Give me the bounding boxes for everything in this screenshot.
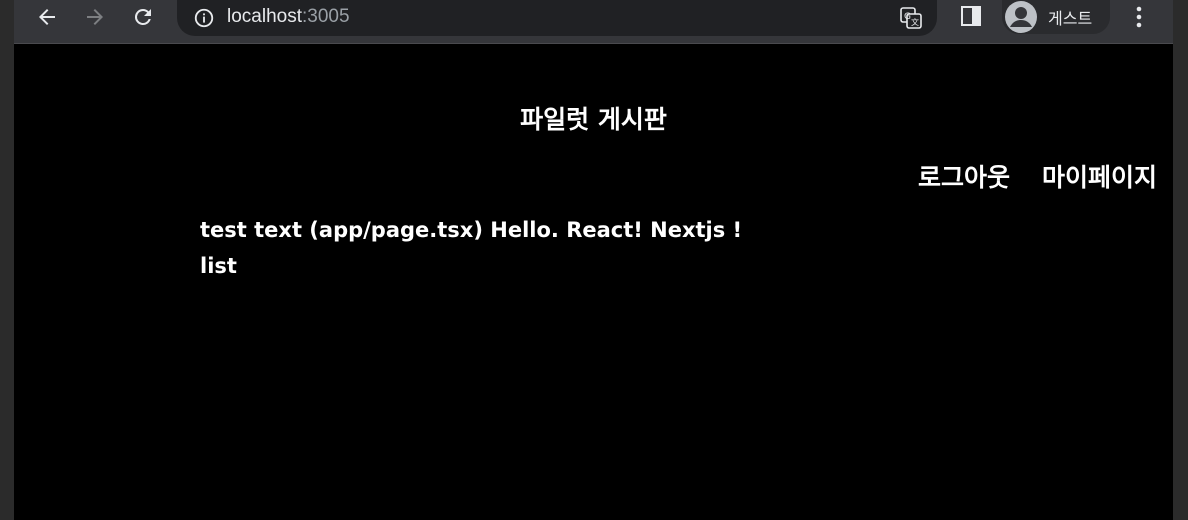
arrow-left-icon xyxy=(39,9,55,25)
page-title: 파일럿 게시판 xyxy=(520,105,667,134)
browser-toolbar: localhost:3005 G 文 게스트 xyxy=(14,0,1173,44)
avatar-icon xyxy=(1004,0,1038,38)
forward-button[interactable] xyxy=(80,2,110,32)
svg-text:G: G xyxy=(904,12,911,22)
translate-icon[interactable]: G 文 xyxy=(899,6,923,34)
svg-text:文: 文 xyxy=(911,17,919,27)
profile-label: 게스트 xyxy=(1048,9,1093,28)
side-panel-icon[interactable] xyxy=(959,4,983,32)
reload-icon xyxy=(134,8,151,25)
profile-button[interactable]: 게스트 xyxy=(1002,0,1110,34)
url-host: localhost xyxy=(227,6,302,27)
url-text: localhost:3005 xyxy=(227,6,350,28)
mypage-link[interactable]: 마이페이지 xyxy=(1042,158,1157,194)
back-button[interactable] xyxy=(32,2,62,32)
test-text: test text (app/page.tsx) Hello. React! N… xyxy=(200,218,743,242)
reload-button[interactable] xyxy=(128,2,158,32)
info-icon[interactable] xyxy=(193,7,215,33)
page-viewport: 파일럿 게시판 로그아웃 마이페이지 test text (app/page.t… xyxy=(14,44,1173,520)
arrow-right-icon xyxy=(87,9,103,25)
list-link[interactable]: list xyxy=(200,254,237,278)
url-port: :3005 xyxy=(302,6,350,27)
address-bar[interactable]: localhost:3005 G 文 xyxy=(177,0,937,36)
more-menu-icon[interactable] xyxy=(1129,3,1149,35)
main-content: test text (app/page.tsx) Hello. React! N… xyxy=(200,212,742,284)
top-nav: 로그아웃 마이페이지 xyxy=(918,158,1157,194)
logout-link[interactable]: 로그아웃 xyxy=(918,158,1010,194)
